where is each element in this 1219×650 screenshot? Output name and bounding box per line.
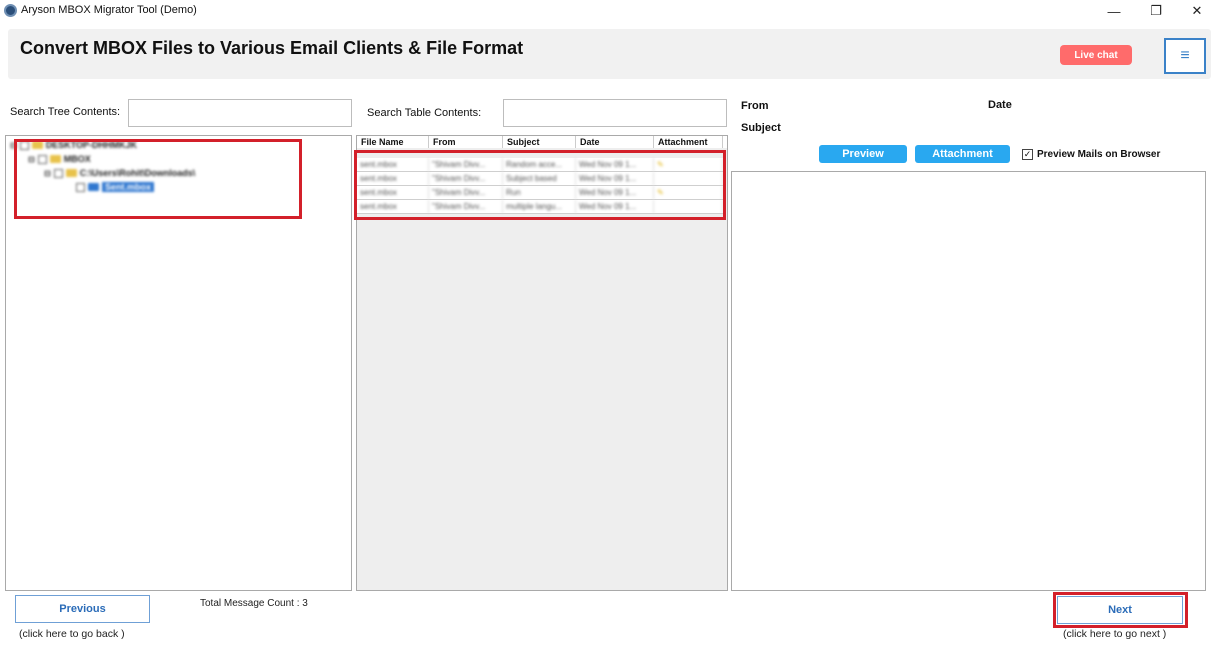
previous-button[interactable]: Previous <box>15 595 150 623</box>
preview-browser-label: Preview Mails on Browser <box>1037 149 1161 160</box>
column-header-from[interactable]: From <box>429 136 503 148</box>
from-label: From <box>741 100 769 112</box>
app-logo-icon <box>4 4 17 17</box>
date-label: Date <box>988 99 1012 111</box>
minimize-icon[interactable]: — <box>1094 0 1134 22</box>
column-header-date[interactable]: Date <box>576 136 654 148</box>
table-header: File Name From Subject Date Attachment <box>357 136 727 148</box>
preview-browser-checkbox[interactable]: ✓ <box>1022 149 1033 160</box>
table-search-input[interactable] <box>503 99 727 127</box>
tree-search-label: Search Tree Contents: <box>10 106 121 118</box>
window-title: Aryson MBOX Migrator Tool (Demo) <box>21 4 197 16</box>
subject-label: Subject <box>741 122 781 134</box>
tree-highlight-box <box>14 139 302 219</box>
total-message-count: Total Message Count : 3 <box>200 598 308 609</box>
column-header-subject[interactable]: Subject <box>503 136 576 148</box>
restore-icon[interactable]: ❐ <box>1136 0 1176 22</box>
live-chat-button[interactable]: Live chat <box>1060 45 1132 65</box>
close-icon[interactable]: ✕ <box>1177 0 1217 22</box>
next-highlight-box <box>1053 592 1188 628</box>
previous-hint: (click here to go back ) <box>19 628 125 640</box>
column-header-attachment[interactable]: Attachment <box>654 136 723 148</box>
preview-button[interactable]: Preview <box>819 145 907 163</box>
next-hint: (click here to go next ) <box>1063 628 1167 640</box>
tree-search-input[interactable] <box>128 99 352 127</box>
mail-preview-pane[interactable] <box>731 171 1206 591</box>
column-header-file-name[interactable]: File Name <box>357 136 429 148</box>
attachment-button[interactable]: Attachment <box>915 145 1010 163</box>
page-title: Convert MBOX Files to Various Email Clie… <box>20 38 524 58</box>
table-highlight-box <box>354 150 726 220</box>
table-search-label: Search Table Contents: <box>367 107 482 119</box>
hamburger-menu-icon[interactable]: ≡ <box>1164 38 1206 74</box>
